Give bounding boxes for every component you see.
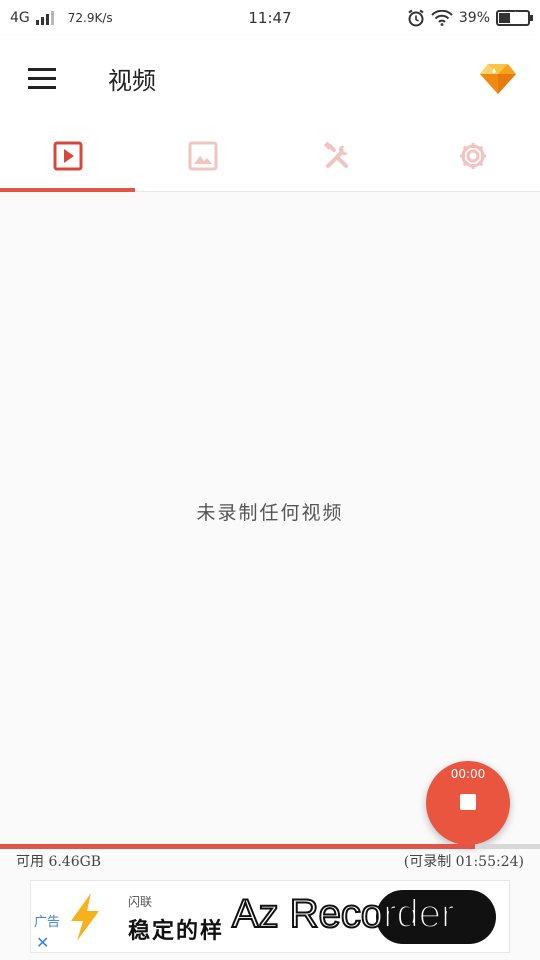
tab-images[interactable] [135,120,270,191]
recordable-time: (可录制 01:55:24) [403,854,524,870]
battery-icon: ⚡ [496,9,533,26]
alarm-icon [408,9,424,27]
available-storage: 可用 6.46GB [16,854,102,870]
ad-slogan: 稳定的样 [128,918,225,944]
tab-bar [0,120,540,192]
lightning-logo-icon [71,893,99,941]
ad-label: 广告 [34,915,61,930]
stop-recording-button[interactable]: 00:00 [426,761,510,845]
signal-icon [35,11,54,25]
video-play-icon [53,141,82,170]
settings-gear-icon [459,142,486,169]
storage-info: 可用 6.46GB (可录制 01:55:24) [0,850,540,872]
tab-tools[interactable] [270,120,405,191]
recording-timer: 00:00 [450,767,486,781]
tools-icon [323,140,348,168]
status-left: 4G 72.9K/s [10,10,190,26]
image-icon [188,141,217,170]
diamond-icon[interactable] [478,58,518,98]
network-speed: 72.9K/s [67,11,113,25]
battery-percent: 39% [458,10,490,26]
page-title: 视频 [108,66,156,95]
tab-settings[interactable] [405,120,540,191]
status-right: 39% ⚡ [407,9,533,27]
menu-button[interactable] [0,36,84,120]
ad-brand: 闪联 [128,895,153,909]
network-type: 4G [10,10,30,26]
storage-progress-fill [0,844,476,849]
stop-icon [460,794,476,810]
tab-videos[interactable] [0,120,135,192]
charging-icon: ⚡ [508,9,518,23]
storage-progress-bar [0,844,540,849]
hamburger-menu-icon [28,67,56,89]
empty-state-message: 未录制任何视频 [196,502,344,524]
app-bar: 视频 [0,36,540,120]
wifi-icon [431,10,453,26]
status-bar: 4G 72.9K/s 11:47 39% ⚡ [0,0,540,36]
ad-close-button[interactable]: ✕ [36,933,49,952]
recorder-watermark: Az Recorder [231,891,455,937]
